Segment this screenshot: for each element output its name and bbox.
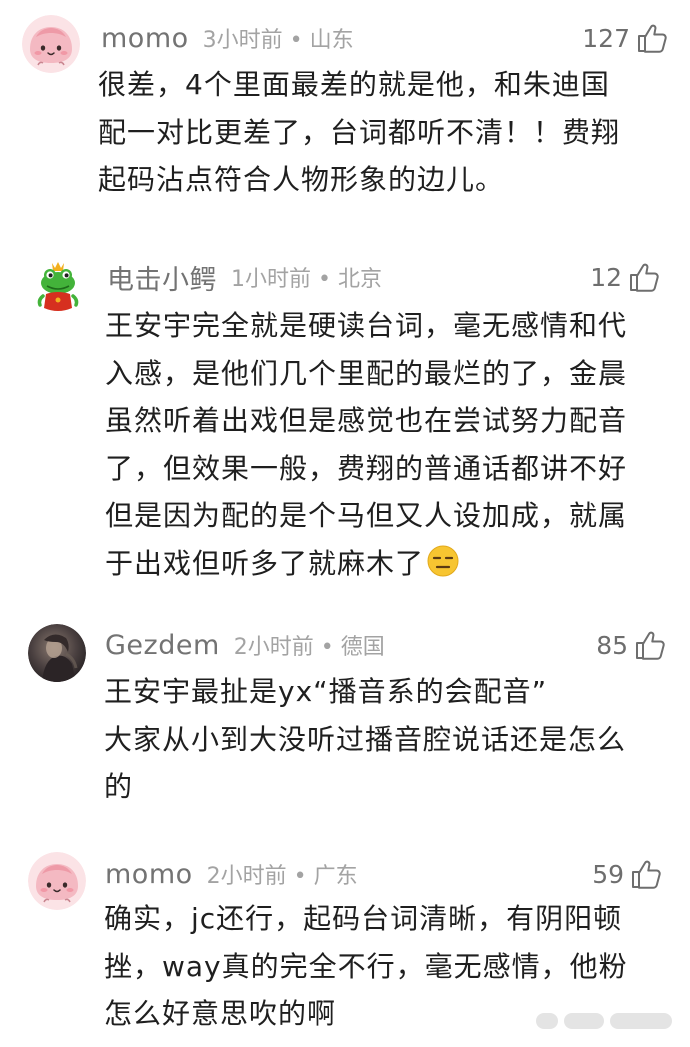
user-avatar[interactable] [28, 852, 86, 910]
comment-line: 王安宇最扯是yx“播音系的会配音” [104, 675, 548, 708]
watermark [536, 1013, 672, 1029]
comment-text: 王安宇完全就是硬读台词，毫无感情和代 入感，是他们几个里配的最烂的了，金晨 虽然… [105, 302, 627, 587]
expressionless-face-emoji-icon [427, 545, 459, 576]
time-location: 2小时前 • 德国 [233, 635, 385, 660]
like-button[interactable]: 59 [592, 854, 662, 894]
username[interactable]: 电击小鳄 [107, 258, 217, 297]
username[interactable]: momo [105, 859, 193, 890]
comment-meta: momo 2小时前 • 广东 [105, 854, 358, 894]
comment-text: 王安宇最扯是yx“播音系的会配音” 大家从小到大没听过播音腔说话还是怎么 的 [104, 668, 626, 811]
comment-line: 配一对比更差了，台词都听不清！！费翔 [98, 115, 621, 149]
like-count: 12 [590, 262, 622, 292]
green-frog-crown-icon [29, 256, 87, 314]
comment-line: 入感，是他们几个里配的最烂的了，金晨 [105, 356, 628, 390]
comment-line: 很差，4个里面最差的就是他，和朱迪国 [98, 68, 610, 101]
comment-meta: Gezdem 2小时前 • 德国 [105, 625, 385, 665]
comment-line: 但是因为配的是个马但又人设加成，就属 [105, 499, 628, 532]
comment-line: 于出戏但听多了就麻木了 [105, 546, 425, 580]
comment-meta: momo 3小时前 • 山东 [101, 18, 354, 58]
like-button[interactable]: 85 [596, 625, 666, 665]
time-location: 1小时前 • 北京 [231, 267, 382, 292]
dark-photo-avatar-icon [28, 624, 86, 682]
user-avatar[interactable] [28, 624, 86, 682]
comment-line: 确实，jc还行，起码台词清晰，有阴阳顿 [104, 902, 623, 935]
comment-line: 的 [104, 770, 134, 803]
thumbs-up-icon[interactable] [634, 629, 666, 661]
user-avatar[interactable] [29, 256, 87, 314]
like-count: 85 [596, 630, 628, 660]
thumbs-up-icon[interactable] [636, 22, 668, 54]
user-avatar[interactable] [22, 15, 80, 73]
pink-blob-face-icon [22, 15, 80, 73]
comment-text: 很差，4个里面最差的就是他，和朱迪国 配一对比更差了，台词都听不清！！费翔 起码… [98, 61, 620, 204]
comment-line: 王安宇完全就是硬读台词，毫无感情和代 [105, 309, 628, 342]
like-count: 59 [592, 859, 624, 889]
comment-line: 起码沾点符合人物形象的边儿。 [98, 163, 505, 196]
like-button[interactable]: 127 [582, 18, 668, 58]
comment-line: 了，但效果一般，费翔的普通话都讲不好 [105, 451, 628, 485]
like-count: 127 [582, 23, 630, 53]
comment-line-with-emoji: 于出戏但听多了就麻木了 [105, 540, 627, 588]
comment-meta: 电击小鳄 1小时前 • 北京 [107, 257, 382, 297]
comment-line: 大家从小到大没听过播音腔说话还是怎么 [104, 722, 627, 756]
pink-blob-face-icon [28, 852, 86, 910]
thumbs-up-icon[interactable] [628, 261, 660, 293]
like-button[interactable]: 12 [590, 257, 660, 297]
username[interactable]: Gezdem [105, 630, 220, 661]
comment-line: 虽然听着出戏但是感觉也在尝试努力配音 [105, 404, 628, 437]
username[interactable]: momo [101, 23, 189, 54]
comment-line: 挫，way真的完全不行，毫无感情，他粉 [104, 949, 628, 983]
thumbs-up-icon[interactable] [630, 858, 662, 890]
time-location: 2小时前 • 广东 [206, 864, 358, 889]
time-location: 3小时前 • 山东 [202, 28, 354, 53]
